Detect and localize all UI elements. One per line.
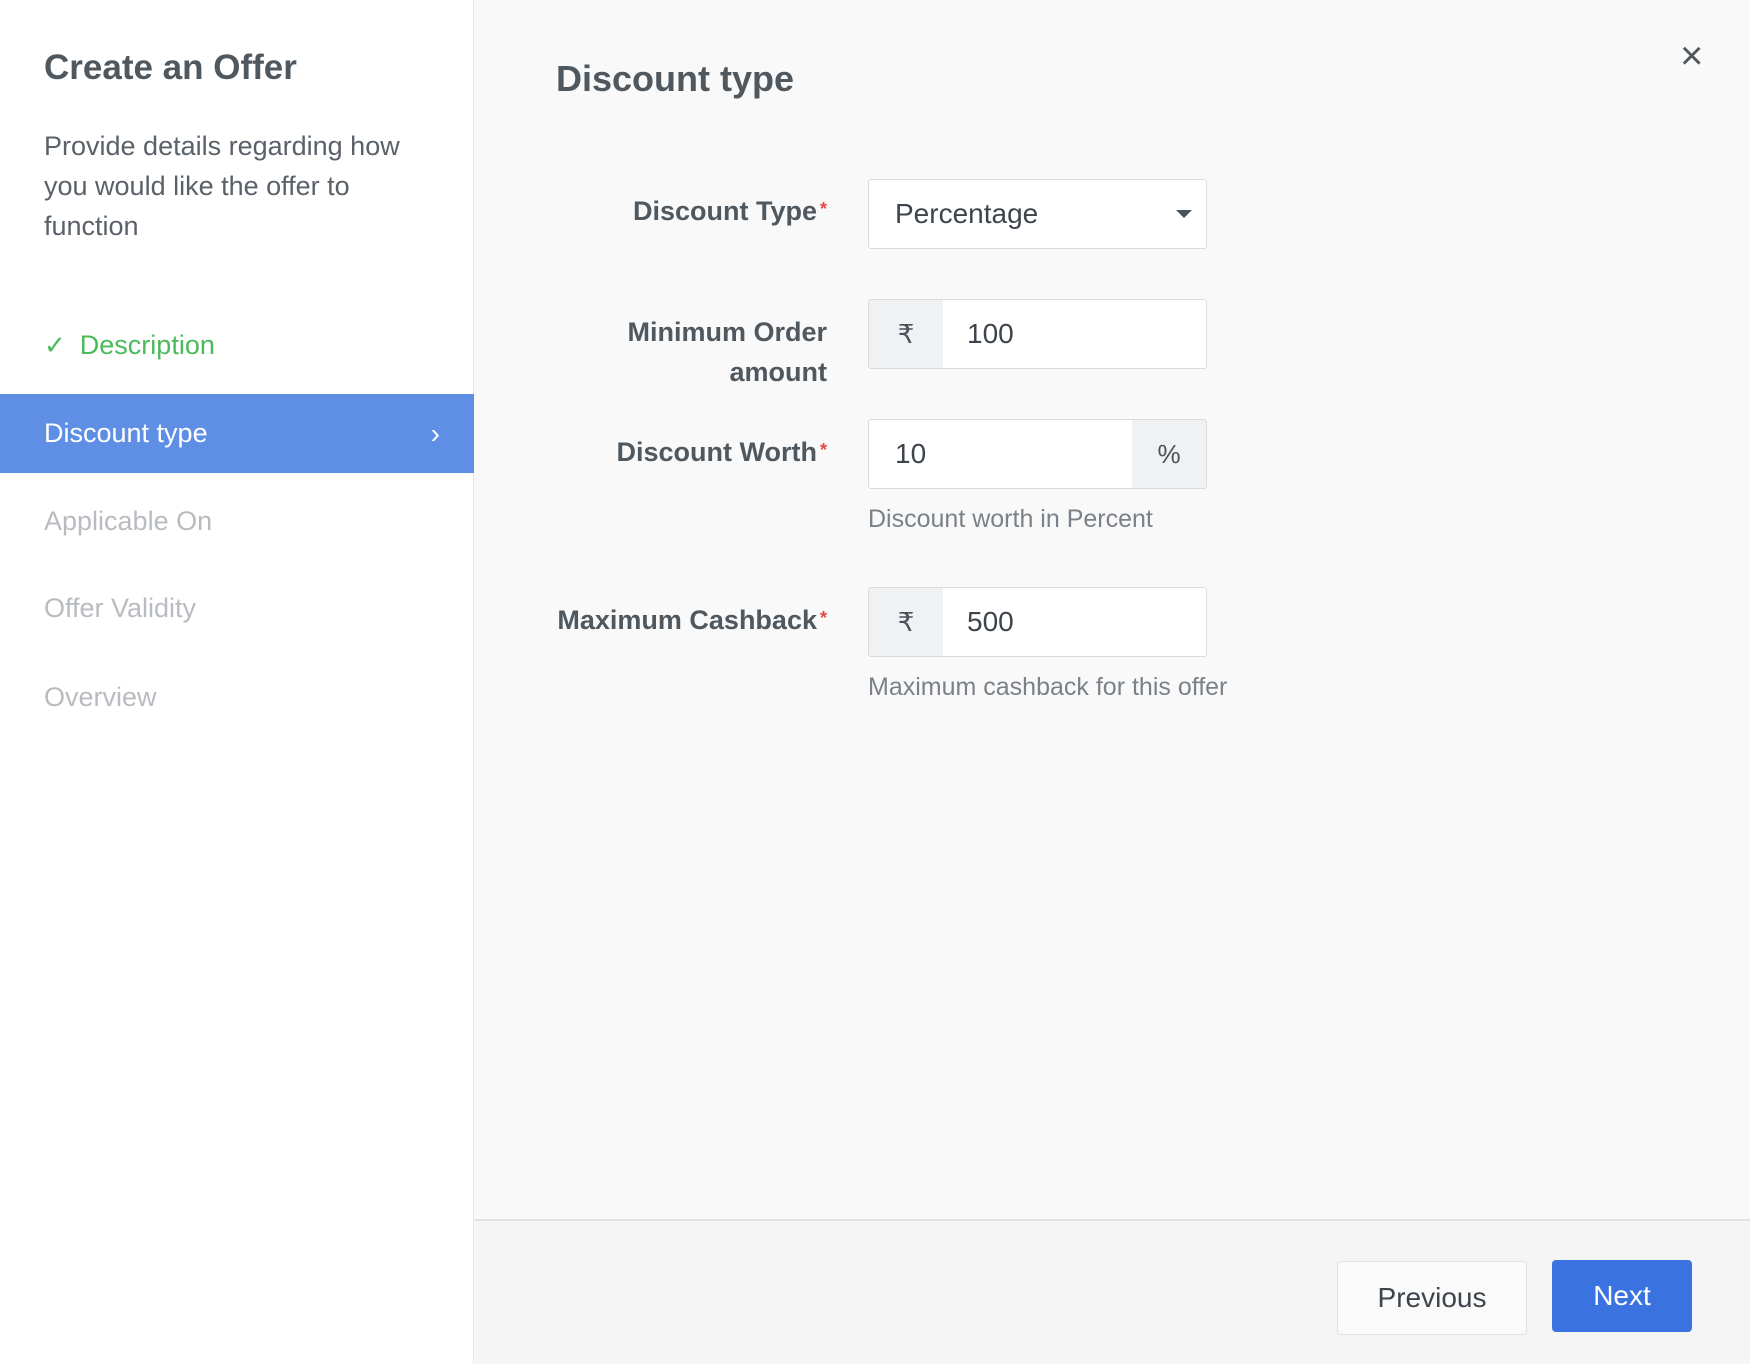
sidebar-title: Create an Offer — [44, 48, 297, 87]
next-button[interactable]: Next — [1552, 1260, 1692, 1332]
step-applicable-on[interactable]: Applicable On — [0, 482, 474, 561]
rupee-icon: ₹ — [869, 588, 943, 656]
step-label: Discount type — [44, 418, 208, 448]
step-offer-validity[interactable]: Offer Validity — [0, 569, 474, 648]
discount-type-label: Discount Type * — [632, 196, 827, 226]
page-title: Discount type — [556, 58, 795, 99]
caret-down-icon — [1176, 210, 1192, 218]
percent-icon: % — [1132, 420, 1206, 488]
step-discount-type[interactable]: Discount type › — [0, 394, 474, 473]
previous-button[interactable]: Previous — [1337, 1261, 1527, 1335]
maximum-cashback-input[interactable]: ₹ 500 — [868, 587, 1207, 657]
step-description[interactable]: ✓ Description — [0, 306, 474, 385]
step-overview[interactable]: Overview — [0, 658, 474, 737]
minimum-order-input[interactable]: ₹ 100 — [868, 299, 1207, 369]
maximum-cashback-label: Maximum Cashback * — [557, 605, 827, 635]
sidebar: Create an Offer Provide details regardin… — [0, 0, 474, 1364]
discount-worth-value: 10 — [895, 438, 927, 469]
check-icon: ✓ — [44, 330, 66, 360]
minimum-order-label: Minimum Order amount — [627, 317, 827, 387]
step-label: Overview — [44, 682, 157, 712]
discount-type-select[interactable]: Percentage — [868, 179, 1207, 249]
rupee-icon: ₹ — [869, 300, 943, 368]
close-icon[interactable]: × — [1680, 34, 1703, 79]
step-label: Applicable On — [44, 506, 213, 536]
sidebar-description: Provide details regarding how you would … — [44, 131, 400, 241]
discount-worth-input[interactable]: 10 % — [868, 419, 1207, 489]
step-label: Description — [79, 330, 215, 360]
step-label: Offer Validity — [44, 593, 197, 623]
chevron-right-icon: › — [430, 417, 440, 449]
maximum-cashback-value: 500 — [967, 606, 1014, 637]
discount-type-value: Percentage — [895, 198, 1039, 229]
discount-worth-help: Discount worth in Percent — [868, 505, 1153, 533]
discount-worth-label: Discount Worth * — [616, 437, 828, 467]
maximum-cashback-help: Maximum cashback for this offer — [868, 673, 1228, 701]
minimum-order-value: 100 — [967, 318, 1014, 349]
